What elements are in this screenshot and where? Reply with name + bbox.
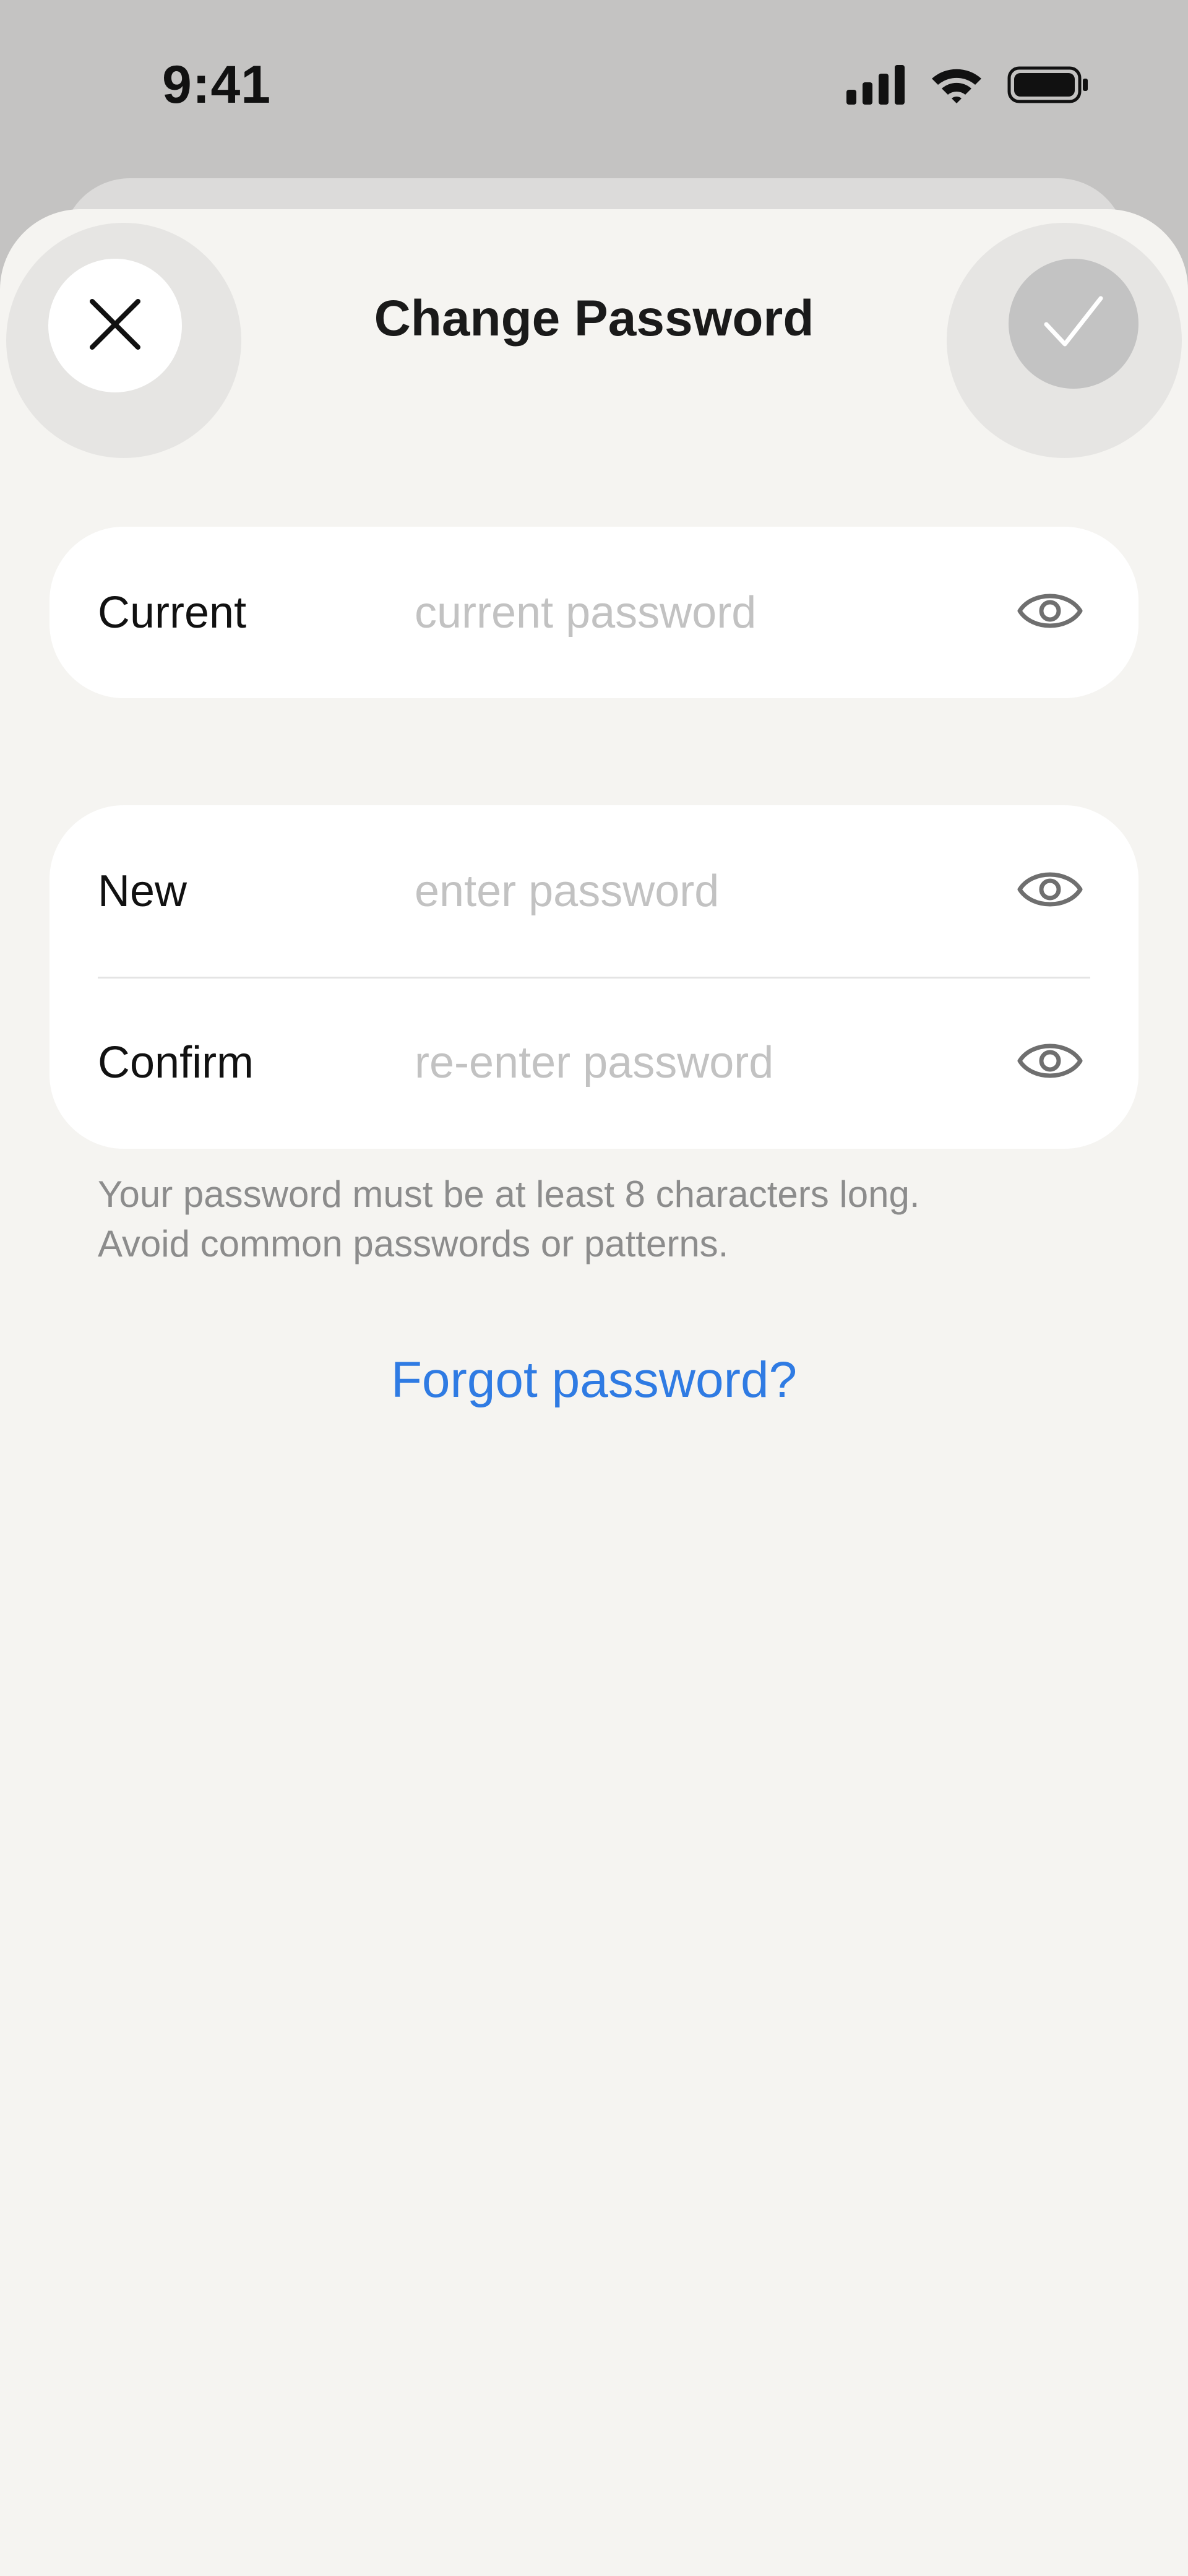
eye-icon xyxy=(1016,586,1084,639)
new-password-label: New xyxy=(98,866,187,916)
forgot-password-link[interactable]: Forgot password? xyxy=(0,1351,1188,1409)
confirm-password-label: Confirm xyxy=(98,1037,254,1087)
new-password-row: New xyxy=(50,805,1138,979)
screen: 9:41 Change Password Current New Confirm… xyxy=(0,0,1188,2576)
current-password-visibility-toggle[interactable] xyxy=(1010,573,1090,653)
hint-line-1: Your password must be at least 8 charact… xyxy=(98,1173,920,1215)
password-requirements-hint: Your password must be at least 8 charact… xyxy=(98,1170,1113,1269)
confirm-password-row: Confirm xyxy=(50,977,1138,1148)
battery-icon xyxy=(1007,65,1089,108)
change-password-sheet: Change Password Current New Confirm Your… xyxy=(0,209,1188,2576)
current-password-label: Current xyxy=(98,587,247,638)
current-password-input[interactable] xyxy=(415,575,990,650)
status-time: 9:41 xyxy=(162,55,272,115)
status-bar: 9:41 xyxy=(0,0,1188,161)
current-password-card: Current xyxy=(50,527,1138,698)
confirm-password-visibility-toggle[interactable] xyxy=(1010,1022,1090,1103)
confirm-password-input[interactable] xyxy=(415,1025,990,1100)
current-password-row: Current xyxy=(50,527,1138,698)
eye-icon xyxy=(1016,1036,1084,1089)
status-icons xyxy=(846,64,1089,108)
eye-icon xyxy=(1016,865,1084,917)
hint-line-2: Avoid common passwords or patterns. xyxy=(98,1223,729,1264)
wifi-icon xyxy=(929,65,984,108)
new-password-visibility-toggle[interactable] xyxy=(1010,851,1090,931)
cellular-signal-icon xyxy=(846,64,906,108)
new-password-input[interactable] xyxy=(415,854,990,928)
confirm-button[interactable] xyxy=(1009,259,1138,389)
checkmark-icon xyxy=(1043,295,1104,353)
new-password-card: New Confirm xyxy=(50,805,1138,1149)
